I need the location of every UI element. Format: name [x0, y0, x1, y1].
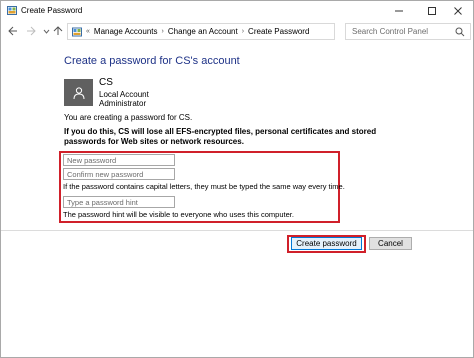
- close-icon: [454, 7, 462, 15]
- maximize-icon: [428, 7, 436, 15]
- account-type: Local Account: [99, 90, 149, 99]
- breadcrumb-change-account[interactable]: Change an Account: [168, 27, 238, 36]
- close-button[interactable]: [443, 1, 473, 21]
- user-avatar-icon-glyph: [73, 86, 84, 99]
- capital-letters-note: If the password contains capital letters…: [63, 182, 345, 191]
- breadcrumb-create-password[interactable]: Create Password: [248, 27, 309, 36]
- back-button[interactable]: [7, 25, 19, 37]
- breadcrumb: « Manage Accounts › Change an Account › …: [86, 27, 309, 36]
- creating-password-note: You are creating a password for CS.: [64, 113, 193, 122]
- window: Create Password « Manage Accounts › Chan…: [0, 0, 474, 358]
- control-panel-icon: [72, 27, 82, 37]
- user-avatar-icon: [64, 79, 93, 106]
- minimize-icon: [395, 10, 403, 12]
- account-name: CS: [99, 77, 113, 88]
- divider: [1, 230, 473, 231]
- up-arrow-icon: [53, 26, 63, 35]
- forward-button[interactable]: [25, 25, 37, 37]
- chevron-right-icon[interactable]: ›: [242, 28, 244, 35]
- window-title: Create Password: [21, 6, 83, 15]
- back-arrow-icon: [8, 26, 17, 36]
- breadcrumb-manage-accounts[interactable]: Manage Accounts: [94, 27, 158, 36]
- cancel-button[interactable]: Cancel: [369, 237, 412, 250]
- recent-locations-button[interactable]: [40, 25, 52, 37]
- forward-arrow-icon: [27, 26, 36, 36]
- efs-warning-text: If you do this, CS will lose all EFS-enc…: [64, 127, 377, 146]
- hint-visibility-note: The password hint will be visible to eve…: [63, 210, 294, 219]
- up-button[interactable]: [52, 25, 64, 37]
- create-password-button[interactable]: Create password: [291, 237, 362, 250]
- search-input[interactable]: Search Control Panel: [352, 27, 428, 36]
- search-box[interactable]: Search Control Panel: [345, 23, 471, 40]
- breadcrumb-overflow[interactable]: «: [86, 28, 90, 35]
- minimize-button[interactable]: [384, 1, 414, 21]
- address-bar[interactable]: « Manage Accounts › Change an Account › …: [67, 23, 404, 40]
- chevron-down-icon: [43, 29, 49, 34]
- account-role: Administrator: [99, 99, 147, 108]
- navigation-bar: « Manage Accounts › Change an Account › …: [1, 21, 473, 43]
- confirm-password-field-wrapper: [63, 168, 175, 180]
- password-hint-field[interactable]: [64, 197, 174, 207]
- new-password-field[interactable]: [64, 155, 174, 165]
- new-password-field-wrapper: [63, 154, 175, 166]
- title-bar: Create Password: [1, 1, 473, 21]
- search-icon[interactable]: [455, 27, 465, 37]
- password-hint-field-wrapper: [63, 196, 175, 208]
- confirm-password-field[interactable]: [64, 169, 174, 179]
- page-title: Create a password for CS's account: [64, 55, 240, 67]
- control-panel-icon: [7, 6, 17, 15]
- chevron-right-icon[interactable]: ›: [162, 28, 164, 35]
